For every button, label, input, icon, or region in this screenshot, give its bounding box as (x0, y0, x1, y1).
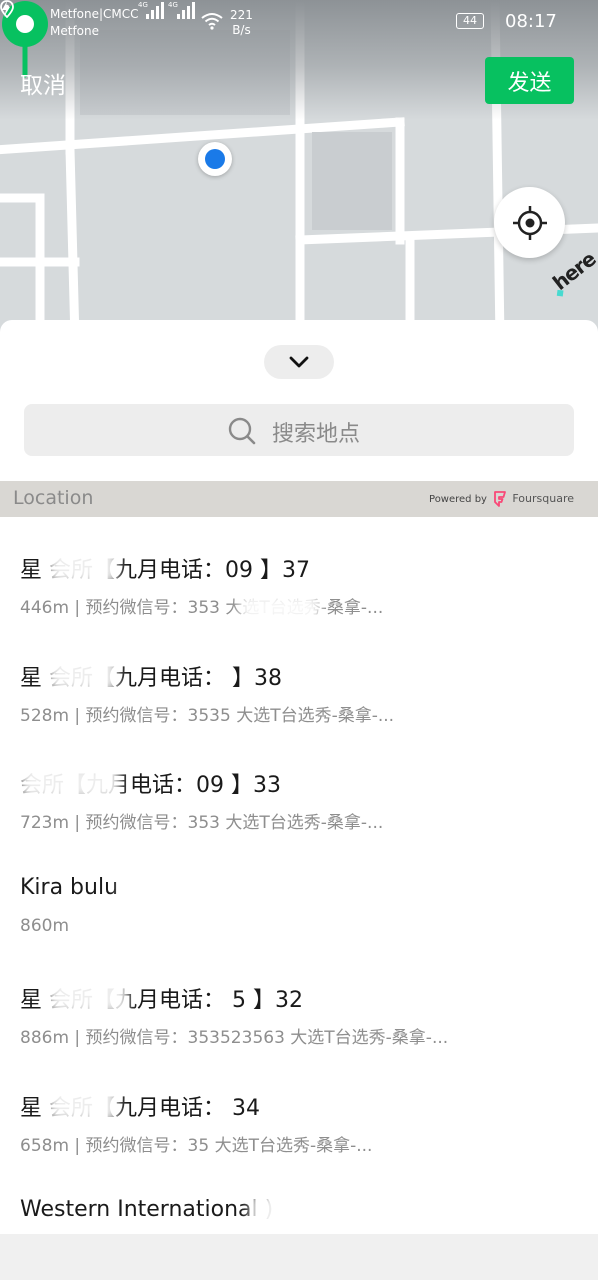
recenter-location-button[interactable] (494, 187, 565, 258)
chevron-down-icon (289, 356, 309, 368)
redaction-blur (120, 872, 220, 908)
map-view[interactable]: here Metfone|CMCC Metfone 4G 4G 221 B/s … (0, 0, 598, 340)
redaction-blur (340, 548, 490, 584)
signal-strength-icon: 4G (138, 1, 164, 19)
collapse-sheet-button[interactable] (264, 345, 334, 379)
place-name: Kira bulu (20, 874, 119, 900)
charging-icon (2, 1, 10, 17)
place-details: 723m | 预约微信号：353 大选T台选秀-桑拿-... (20, 813, 384, 833)
place-list: 星 会所【九月电话：09 】37 446m | 预约微信号：353 大选T台选秀… (0, 517, 598, 1270)
redaction-blur (48, 978, 128, 1014)
place-details: 658m | 预约微信号：35 大选T台选秀-桑拿-... (20, 1135, 373, 1156)
search-icon (228, 417, 256, 445)
signal-strength-2-icon: 4G (168, 1, 195, 19)
svg-text:4G: 4G (138, 1, 148, 9)
place-details: 860m (20, 915, 70, 936)
status-bar: Metfone|CMCC Metfone 4G 4G 221 B/s 44 08… (0, 0, 598, 44)
search-placeholder: 搜索地点 (272, 422, 361, 447)
bottom-bar (0, 1234, 598, 1280)
location-section-label: Location (13, 487, 94, 509)
foursquare-name: Foursquare (512, 492, 574, 505)
foursquare-logo-icon (494, 491, 507, 507)
redaction-blur (20, 764, 120, 800)
network-speed-value: 221 (230, 8, 253, 22)
redaction-blur (48, 548, 118, 584)
list-item[interactable]: Kira bulu 860m (0, 840, 598, 948)
search-input[interactable]: 搜索地点 (24, 404, 574, 456)
powered-by-attribution: Powered by Foursquare (429, 491, 574, 507)
redaction-blur (250, 1194, 510, 1230)
redaction-blur (48, 656, 118, 692)
network-speed: 221 B/s (230, 8, 253, 38)
place-details: 886m | 预约微信号：353523563 大选T台选秀-桑拿-... (20, 1028, 449, 1048)
carrier-primary: Metfone|CMCC (50, 7, 139, 21)
cancel-button[interactable]: 取消 (20, 66, 66, 100)
carrier-info: Metfone|CMCC Metfone (50, 6, 139, 40)
current-location-dot (198, 142, 232, 176)
status-time: 08:17 (505, 11, 557, 32)
powered-by-text: Powered by (429, 494, 487, 505)
wifi-icon (201, 13, 223, 30)
network-speed-unit: B/s (232, 23, 251, 37)
location-sheet: 搜索地点 Location Powered by Foursquare 星 会所… (0, 320, 598, 1280)
place-details: 528m | 预约微信号：3535 大选T台选秀-桑拿-... (20, 705, 395, 726)
carrier-secondary: Metfone (50, 24, 99, 38)
crosshair-icon (513, 206, 547, 240)
svg-text:4G: 4G (168, 1, 178, 9)
redaction-blur (48, 1086, 118, 1122)
location-section-header: Location Powered by Foursquare (0, 481, 598, 517)
send-button[interactable]: 发送 (485, 57, 574, 104)
battery-indicator: 44 (456, 13, 484, 29)
redaction-blur (240, 594, 320, 622)
